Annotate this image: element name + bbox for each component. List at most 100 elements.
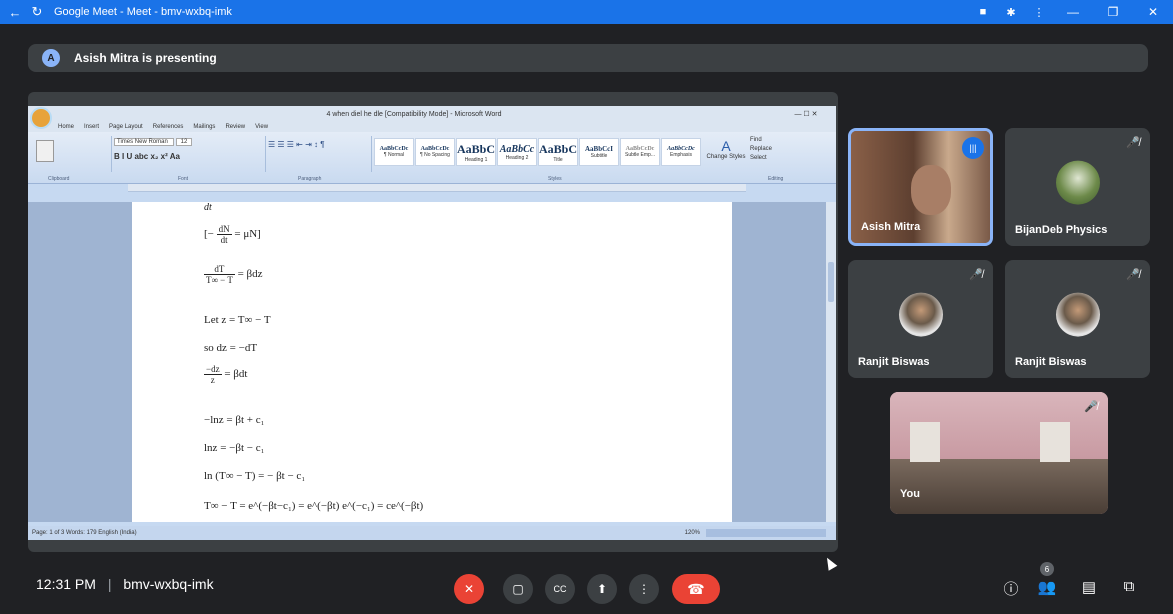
style-subtle-emphasis[interactable]: AaBbCcDc Subtle Emp... bbox=[620, 138, 660, 166]
participant-name: Ranjit Biswas bbox=[858, 356, 930, 368]
tab-view[interactable]: View bbox=[255, 124, 268, 130]
style-emphasis[interactable]: AaBbCcDc Emphasis bbox=[661, 138, 701, 166]
word-window-controls[interactable]: — ☐ ✕ bbox=[776, 110, 836, 118]
word-title-bar: 4 when diel he dle [Compatibility Mode] … bbox=[28, 106, 836, 129]
vertical-scrollbar[interactable] bbox=[826, 202, 836, 522]
present-icon: ⬆ bbox=[596, 582, 608, 596]
participant-name: You bbox=[900, 488, 920, 500]
more-options-button[interactable]: ⋮ bbox=[629, 574, 659, 604]
zoom-slider[interactable] bbox=[706, 529, 826, 537]
chat-icon[interactable]: ▤ bbox=[1078, 578, 1100, 596]
doc-eq-5: −dz z = βdt bbox=[204, 364, 248, 385]
document-page[interactable]: dt [− dN dt = μN] dT T∞ − T = βdz Let z = … bbox=[132, 202, 732, 522]
people-icon[interactable]: 👥 bbox=[1036, 578, 1058, 596]
tab-review[interactable]: Review bbox=[225, 124, 245, 130]
mic-toggle-button[interactable]: ✕ bbox=[454, 574, 484, 604]
mic-off-icon: 🎤̸ bbox=[1126, 137, 1140, 149]
activities-icon[interactable]: ⧉ bbox=[1118, 578, 1140, 595]
participant-tile-you[interactable]: 🎤̸ You bbox=[890, 392, 1108, 514]
minimize-button[interactable]: — bbox=[1053, 5, 1093, 19]
paragraph-group: ☰ ☰ ☰ ⇤ ⇥ ↕ ¶ bbox=[268, 136, 372, 172]
word-window: 4 when diel he dle [Compatibility Mode] … bbox=[28, 106, 836, 540]
captions-button[interactable]: CC bbox=[545, 574, 575, 604]
style-subtitle[interactable]: AaBbCcI Subtitle bbox=[579, 138, 619, 166]
find-button[interactable]: Find bbox=[750, 136, 810, 145]
style-heading-1[interactable]: AaBbC Heading 1 bbox=[456, 138, 496, 166]
font-format-icons[interactable]: B I U abc x₂ x² Aa bbox=[114, 152, 265, 161]
clock-time: 12:31 PM bbox=[36, 576, 96, 592]
font-group: Times New Roman 12 B I U abc x₂ x² Aa bbox=[114, 136, 266, 172]
styles-gallery: AaBbCcDc ¶ Normal AaBbCcDc ¶ No Spacing Aa… bbox=[374, 138, 702, 166]
hang-up-icon: ☎ bbox=[687, 580, 705, 597]
clipboard-label: Clipboard bbox=[48, 176, 70, 182]
close-button[interactable]: ✕ bbox=[1133, 5, 1173, 19]
menu-icon[interactable]: ⋮ bbox=[1025, 6, 1053, 19]
doc-line-0: dt bbox=[204, 202, 212, 213]
participant-name: BijanDeb Physics bbox=[1015, 224, 1108, 236]
paragraph-icons[interactable]: ☰ ☰ ☰ ⇤ ⇥ ↕ ¶ bbox=[268, 140, 371, 149]
editing-group: Find Replace Select bbox=[750, 136, 810, 163]
horizontal-ruler[interactable] bbox=[128, 184, 746, 192]
style-no-spacing[interactable]: AaBbCcDc ¶ No Spacing bbox=[415, 138, 455, 166]
extensions-icon[interactable]: ✱ bbox=[997, 6, 1025, 19]
font-label: Font bbox=[178, 176, 189, 182]
font-name-box[interactable]: Times New Roman bbox=[114, 138, 174, 146]
doc-eq-3: Let z = T∞ − T bbox=[204, 314, 271, 326]
doc-eq-4: so dz = −dT bbox=[204, 342, 258, 354]
meeting-info: 12:31 PM | bmv-wxbq-imk bbox=[36, 576, 214, 592]
style-normal[interactable]: AaBbCcDc ¶ Normal bbox=[374, 138, 414, 166]
doc-eq-2: dT T∞ − T = βdz bbox=[204, 264, 263, 285]
participant-tile-asish[interactable]: ||| Asish Mitra bbox=[848, 128, 993, 246]
change-styles-button[interactable]: A Change Styles bbox=[706, 138, 746, 160]
mic-off-icon: ✕ bbox=[463, 582, 475, 596]
mic-off-icon: 🎤̸ bbox=[1126, 269, 1140, 281]
reload-icon[interactable]: ↻ bbox=[30, 4, 44, 20]
present-button[interactable]: ⬆ bbox=[587, 574, 617, 604]
select-button[interactable]: Select bbox=[750, 154, 810, 163]
browser-title-bar: ← ↻ Google Meet - Meet - bmv-wxbq-imk ■ … bbox=[0, 0, 1173, 24]
font-size-box[interactable]: 12 bbox=[176, 138, 192, 146]
presenting-banner: A Asish Mitra is presenting bbox=[28, 44, 1148, 72]
tab-home[interactable]: Home bbox=[58, 124, 74, 130]
camera-icon[interactable]: ■ bbox=[969, 6, 997, 18]
ribbon: Times New Roman 12 B I U abc x₂ x² Aa ☰ … bbox=[28, 132, 836, 184]
tab-insert[interactable]: Insert bbox=[84, 124, 99, 130]
participant-tile-bijandeb[interactable]: 🎤̸ BijanDeb Physics bbox=[1005, 128, 1150, 246]
editing-label: Editing bbox=[768, 176, 784, 182]
participant-tile-ranjit-2[interactable]: 🎤̸ Ranjit Biswas bbox=[1005, 260, 1150, 378]
participant-name: Asish Mitra bbox=[861, 221, 921, 233]
more-vert-icon: ⋮ bbox=[638, 582, 650, 596]
tab-page-layout[interactable]: Page Layout bbox=[109, 124, 143, 130]
presenting-text: Asish Mitra is presenting bbox=[74, 51, 217, 65]
classroom-floor bbox=[890, 459, 1108, 514]
style-title[interactable]: AaBbC Title bbox=[538, 138, 578, 166]
camera-icon: ▢ bbox=[512, 582, 524, 596]
style-heading-2[interactable]: AaBbCc Heading 2 bbox=[497, 138, 537, 166]
tab-references[interactable]: References bbox=[153, 124, 184, 130]
tab-mailings[interactable]: Mailings bbox=[193, 124, 215, 130]
captions-icon: CC bbox=[553, 584, 567, 594]
zoom-level[interactable]: 120% bbox=[685, 530, 700, 536]
restore-button[interactable]: ❐ bbox=[1093, 5, 1133, 19]
clipboard-group bbox=[32, 136, 112, 172]
doc-eq-1: [− dN dt = μN] bbox=[204, 224, 261, 245]
scroll-thumb[interactable] bbox=[828, 262, 834, 302]
paste-icon[interactable] bbox=[36, 140, 54, 162]
people-count-badge: 6 bbox=[1040, 562, 1054, 576]
participant-avatar bbox=[1055, 292, 1100, 337]
presenter-avatar: A bbox=[42, 49, 60, 67]
word-status-bar: Page: 1 of 3 Words: 179 English (India) … bbox=[28, 526, 836, 540]
document-area: dt [− dN dt = μN] dT T∞ − T = βdz Let z = … bbox=[28, 202, 836, 522]
doc-eq-9: T∞ − T = e^(−βt−c₁) = e^(−βt) e^(−c₁) = … bbox=[204, 500, 424, 512]
replace-button[interactable]: Replace bbox=[750, 145, 810, 154]
participant-tile-ranjit-1[interactable]: 🎤̸ Ranjit Biswas bbox=[848, 260, 993, 378]
doc-eq-6: −lnz = βt + c₁ bbox=[204, 414, 265, 426]
back-icon[interactable]: ← bbox=[8, 5, 22, 20]
leave-call-button[interactable]: ☎ bbox=[672, 574, 720, 604]
camera-toggle-button[interactable]: ▢ bbox=[503, 574, 533, 604]
word-window-title: 4 when diel he dle [Compatibility Mode] … bbox=[326, 110, 502, 118]
doc-eq-7: lnz = −βt − c₁ bbox=[204, 442, 265, 454]
meeting-details-icon[interactable]: ⓘ bbox=[1000, 578, 1022, 599]
office-button-icon[interactable] bbox=[30, 107, 52, 129]
status-text: Page: 1 of 3 Words: 179 English (India) bbox=[32, 530, 137, 536]
